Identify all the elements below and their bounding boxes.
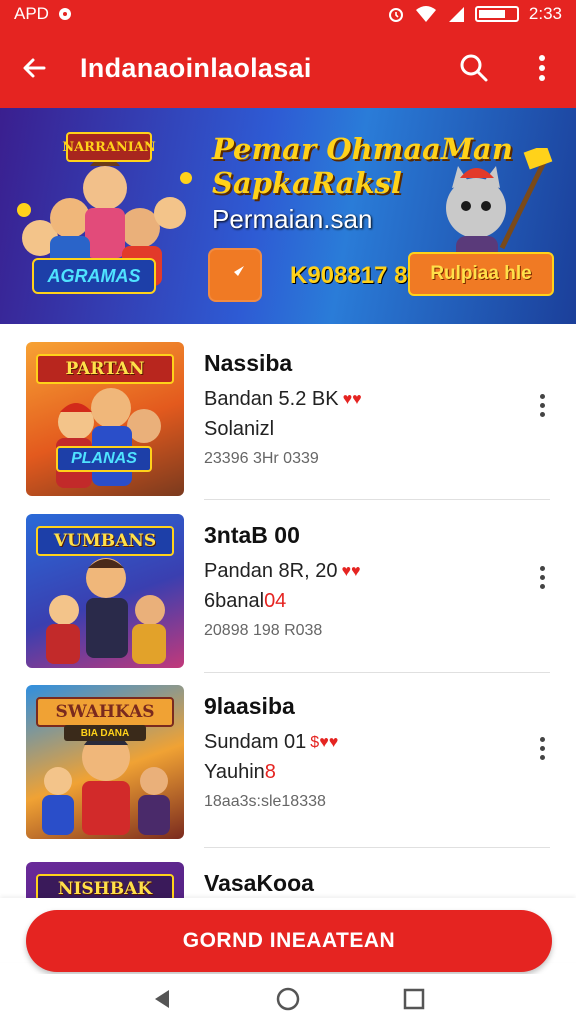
banner-logo: NARRANIAN xyxy=(62,132,156,162)
thumbnail-title: NISHBAK xyxy=(36,874,174,898)
game-name: 9laasiba xyxy=(204,693,295,719)
banner-code: K908817 8 xyxy=(290,262,408,289)
page-title: Indanaoinlaolasai xyxy=(80,52,312,83)
thumbnail-title: PARTAN xyxy=(36,354,174,384)
game-stats: 18aa3s:sle18338 xyxy=(204,793,326,810)
game-name: Nassiba xyxy=(204,350,293,376)
game-name: 3ntaB 00 xyxy=(204,522,300,548)
notification-icon xyxy=(58,8,71,20)
game-meta: Sundam 01 $♥♥ xyxy=(204,731,338,754)
list-item[interactable]: NISHBAK VasaKooa xyxy=(0,844,576,898)
game-stats: 20898 198 R038 xyxy=(204,622,323,639)
nav-back-icon[interactable] xyxy=(151,988,173,1010)
item-more-button[interactable] xyxy=(528,560,556,594)
promo-banner[interactable]: NARRANIAN AGRAMAS Pemar OhmaaMan SapkaRa… xyxy=(0,108,576,324)
game-stats: 23396 3Hr 0339 xyxy=(204,450,319,467)
primary-cta-button[interactable]: GORND INEAATEAN xyxy=(26,910,552,972)
game-thumbnail: PARTAN PLANAS xyxy=(26,342,184,496)
search-button[interactable] xyxy=(458,52,490,84)
carrier-label: APD xyxy=(14,4,49,23)
game-meta-text: Pandan 8R, 20 xyxy=(204,560,338,582)
banner-play-button[interactable] xyxy=(208,248,262,302)
game-subtitle-text: Yauhin xyxy=(204,761,265,783)
back-button[interactable] xyxy=(18,52,50,84)
status-bar: APD 2:33 xyxy=(0,0,576,28)
list-item[interactable]: PARTAN PLANAS Nassiba Bandan 5.2 BK ♥♥ S… xyxy=(0,324,576,496)
game-thumbnail: VUMBANS xyxy=(26,514,184,668)
item-more-button[interactable] xyxy=(528,731,556,765)
game-meta-text: Bandan 5.2 BK xyxy=(204,388,339,410)
game-thumbnail: NISHBAK xyxy=(26,862,184,898)
heart-icon: $♥♥ xyxy=(310,733,339,751)
overflow-menu-button[interactable] xyxy=(526,52,558,84)
wifi-icon xyxy=(415,6,436,22)
thumbnail-sub-title: BIA DANA xyxy=(64,725,146,741)
game-subtitle: 6banal04 xyxy=(204,590,286,613)
play-arrow-icon xyxy=(226,266,244,284)
nav-recents-icon[interactable] xyxy=(403,988,425,1010)
more-vertical-icon xyxy=(539,55,545,81)
list-item[interactable]: VUMBANS 3ntaB 00 Pandan 8R, 20 ♥♥ 6banal… xyxy=(0,496,576,668)
game-subtitle: Solanizl xyxy=(204,418,275,440)
list-item[interactable]: SWAHKAS BIA DANA 9laasiba Sundam 01 $♥♥ … xyxy=(0,667,576,839)
clock-label: 2:33 xyxy=(528,4,562,23)
nav-home-icon[interactable] xyxy=(275,986,301,1012)
system-nav-bar xyxy=(0,974,576,1024)
game-name: VasaKooa xyxy=(204,870,314,896)
heart-icon: ♥♥ xyxy=(342,390,362,408)
game-thumbnail: SWAHKAS BIA DANA xyxy=(26,685,184,839)
thumbnail-title: SWAHKAS xyxy=(36,697,174,727)
banner-sub-logo: AGRAMAS xyxy=(32,258,156,294)
arrow-left-icon xyxy=(23,58,46,78)
alarm-icon xyxy=(388,8,403,22)
battery-icon xyxy=(474,6,519,22)
thumbnail-title: VUMBANS xyxy=(36,526,174,556)
subtitle-badge: 04 xyxy=(264,590,287,612)
app-bar: Indanaoinlaolasai xyxy=(0,28,576,108)
game-subtitle-text: 6banal xyxy=(204,590,265,612)
banner-subtitle: Permaian.san xyxy=(212,204,373,234)
banner-cta-button[interactable]: Rulpiaa hle xyxy=(408,252,554,296)
search-icon xyxy=(460,54,488,82)
thumbnail-sub-title: PLANAS xyxy=(56,446,152,472)
game-list: PARTAN PLANAS Nassiba Bandan 5.2 BK ♥♥ S… xyxy=(0,324,576,898)
heart-icon: ♥♥ xyxy=(341,562,361,580)
game-meta-text: Sundam 01 xyxy=(204,731,307,753)
item-more-button[interactable] xyxy=(528,388,556,422)
game-subtitle: Yauhin8 xyxy=(204,761,276,784)
game-meta: Bandan 5.2 BK ♥♥ xyxy=(204,388,362,411)
game-meta: Pandan 8R, 20 ♥♥ xyxy=(204,560,360,583)
signal-icon xyxy=(448,7,464,22)
subtitle-badge: 8 xyxy=(264,761,276,783)
